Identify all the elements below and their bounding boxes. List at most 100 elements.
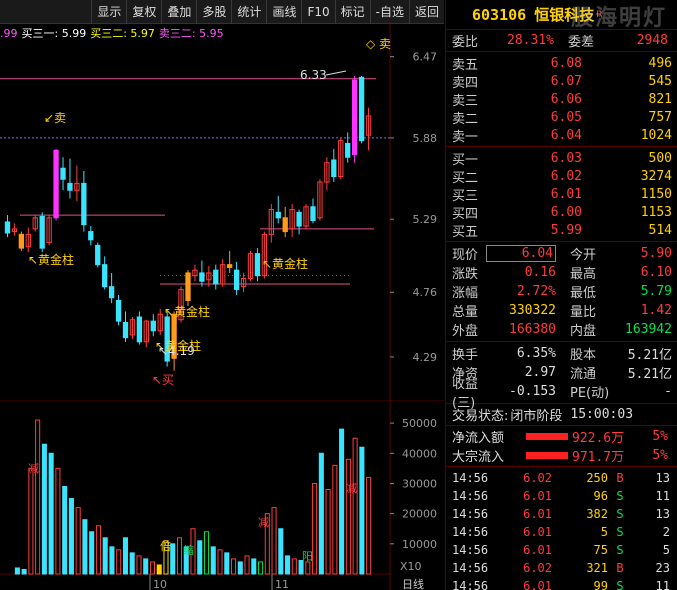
candle[interactable] [53,148,59,221]
candle[interactable] [303,204,309,229]
candle[interactable] [345,132,351,163]
tick-row[interactable]: 14:56 6.01 382 S 13 [446,505,677,523]
candle[interactable] [81,170,87,232]
candle[interactable] [351,75,358,163]
candle[interactable] [150,314,156,337]
date-label-10: 10 [153,578,167,590]
buy-order-volume: 1150 [640,186,672,202]
fund-stat-value: 2.97 [524,365,556,380]
toolbar-button-6[interactable]: F10 [301,0,334,24]
price-axis-label: 4.76 [413,286,438,299]
candle[interactable] [365,107,372,151]
candle[interactable] [115,294,122,326]
candle[interactable] [199,260,205,287]
candle-body [331,159,337,177]
fund-flow-percent: 5% [652,448,668,463]
candle[interactable] [296,209,302,235]
candle-body [115,299,122,322]
price-stat-row: 总量 330322 量比 1.42 [446,301,677,320]
candle[interactable] [88,226,94,246]
candle[interactable] [324,157,330,191]
candle[interactable] [310,198,316,224]
candle-body [67,182,73,191]
candle[interactable] [289,204,295,238]
toolbar-button-4[interactable]: 统计 [231,0,266,24]
candle[interactable] [331,148,337,183]
price-stat-value-2: 5.79 [640,284,672,299]
price-stat-label-2: 最低 [570,286,597,301]
candle[interactable] [95,242,101,268]
candle[interactable] [4,215,11,238]
candle[interactable] [136,311,143,345]
candle[interactable] [122,311,129,342]
tick-row[interactable]: 14:56 6.01 96 S 11 [446,487,677,505]
toolbar-button-8[interactable]: -自选 [369,0,409,24]
candle[interactable] [129,316,136,340]
volume-chart[interactable]: 50000 40000 30000 20000 10000 X10 日线 减倍 缩 减阳 减 10 11 [0,400,444,590]
candle[interactable] [157,308,163,335]
candle[interactable] [254,248,261,282]
candle[interactable] [74,165,80,202]
tick-list[interactable]: 14:56 6.02 250 B 13 14:56 6.01 96 S 11 14:56 6.01 38… [446,467,677,590]
volume-axis-label: 50000 [402,417,437,430]
sell-order-row[interactable]: 卖三 6.06 821 [446,90,677,109]
candle[interactable] [32,215,38,232]
candle[interactable] [213,264,219,290]
tick-volume: 96 [593,489,608,503]
tick-side: S [616,543,624,557]
price-stat-label: 涨幅 [452,286,479,301]
toolbar-button-0[interactable]: 显示 [91,0,126,24]
candle[interactable] [60,157,66,191]
candle[interactable] [18,231,25,251]
candle[interactable] [358,75,365,144]
candle[interactable] [11,223,18,236]
toolbar-button-1[interactable]: 复权 [126,0,161,24]
candle[interactable] [192,264,198,282]
sell-order-row[interactable]: 卖五 6.08 496 [446,54,677,73]
sell-order-row[interactable]: 卖四 6.07 545 [446,72,677,91]
toolbar-button-3[interactable]: 多股 [196,0,231,24]
candle[interactable] [233,261,240,295]
stock-header: 603106 恒银科技 R 股海明灯 [446,0,677,31]
buy-order-row[interactable]: 买四 6.00 1153 [446,203,677,222]
date-label-11: 11 [275,578,289,590]
candle[interactable] [25,227,31,253]
tick-row[interactable]: 14:56 6.02 250 B 13 [446,469,677,487]
candle[interactable] [67,158,73,199]
candle[interactable] [261,231,268,279]
toolbar-button-2[interactable]: 叠加 [161,0,196,24]
sell-order-row[interactable]: 卖一 6.04 1024 [446,126,677,145]
candle[interactable] [46,215,52,246]
fund-stat-label-2: PE(动) [570,386,610,401]
buy-order-row[interactable]: 买二 6.02 3274 [446,167,677,186]
candle[interactable] [102,256,108,290]
candle[interactable] [220,259,226,287]
candle[interactable] [227,250,233,273]
candle[interactable] [268,204,274,243]
tick-row[interactable]: 14:56 6.01 5 S 2 [446,523,677,541]
candle[interactable] [275,195,281,224]
candle-body [150,320,156,332]
tick-row[interactable]: 14:56 6.01 75 S 5 [446,541,677,559]
candle[interactable] [39,212,45,253]
toolbar-button-7[interactable]: 标记 [334,0,370,24]
tick-row[interactable]: 14:56 6.02 321 B 23 [446,559,677,577]
buy-order-row[interactable]: 买三 6.01 1150 [446,185,677,204]
sell-order-row[interactable]: 卖二 6.05 757 [446,108,677,127]
buy-order-row[interactable]: 买五 5.99 514 [446,221,677,240]
toolbar-button-5[interactable]: 画线 [266,0,301,24]
toolbar-button-9[interactable]: 返回 [408,0,444,24]
candle[interactable] [247,250,254,282]
candle[interactable] [282,206,288,238]
candle-body [185,272,191,301]
candle[interactable] [143,319,149,348]
candle[interactable] [317,179,323,221]
period-label[interactable]: 日线 [402,577,424,590]
candlestick-chart[interactable]: 6.47 5.88 5.29 4.76 4.29 6.33 ↙卖 ◇ 卖 ↖黄金柱 ↖黄金柱 ↖黄金… [0,24,444,400]
candle[interactable] [108,272,115,304]
candle[interactable] [240,272,247,293]
candle[interactable] [338,137,344,180]
candle[interactable] [185,270,191,306]
tick-row[interactable]: 14:56 6.01 99 S 11 [446,577,677,590]
buy-order-row[interactable]: 买一 6.03 500 [446,149,677,168]
